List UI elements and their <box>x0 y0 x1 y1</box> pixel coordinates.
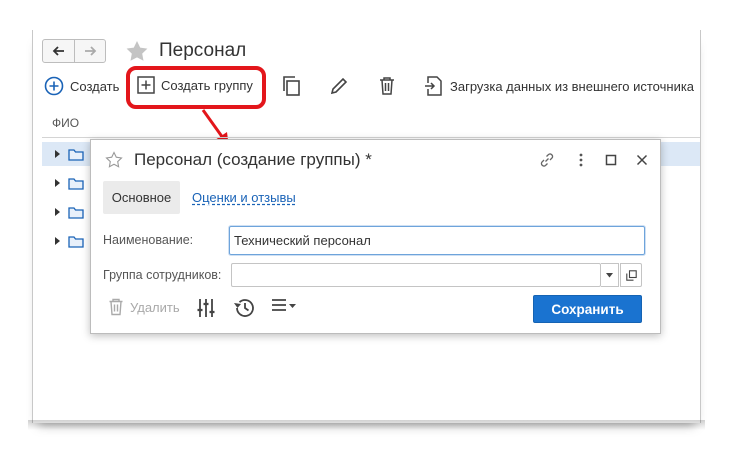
back-button[interactable] <box>43 40 74 62</box>
trash-icon <box>109 298 123 316</box>
save-button[interactable]: Сохранить <box>533 295 642 323</box>
close-button[interactable] <box>632 150 652 170</box>
page-title: Персонал <box>159 40 247 61</box>
group-input[interactable] <box>231 263 601 287</box>
navigation-buttons <box>42 39 106 63</box>
import-button[interactable]: Загрузка данных из внешнего источника <box>424 75 694 97</box>
delete-button[interactable] <box>375 74 399 98</box>
folder-icon <box>68 206 84 219</box>
delete-group-button[interactable]: Удалить <box>108 298 180 316</box>
favorite-star-icon[interactable] <box>125 40 149 62</box>
more-menu-button[interactable] <box>271 298 297 312</box>
group-field-label: Группа сотрудников: <box>103 268 222 282</box>
window-shadow <box>28 420 705 430</box>
plus-circle-icon <box>44 76 64 96</box>
expand-arrow-icon[interactable] <box>54 149 62 159</box>
copy-button[interactable] <box>279 74 303 98</box>
expand-arrow-icon[interactable] <box>54 178 62 188</box>
tab-main[interactable]: Основное <box>103 181 180 214</box>
sliders-icon <box>197 299 215 317</box>
trash-icon <box>380 77 394 95</box>
column-header-fio[interactable]: ФИО <box>52 116 79 130</box>
name-input[interactable]: Технический персонал <box>229 226 645 255</box>
create-button-label: Создать <box>70 78 120 94</box>
link-button[interactable] <box>537 150 557 170</box>
maximize-button[interactable] <box>601 150 621 170</box>
arrow-right-icon <box>85 46 97 56</box>
pencil-icon <box>330 77 348 95</box>
expand-arrow-icon[interactable] <box>54 207 62 217</box>
close-icon <box>636 154 648 166</box>
edit-button[interactable] <box>327 74 351 98</box>
expand-arrow-icon[interactable] <box>54 236 62 246</box>
link-icon <box>540 153 554 167</box>
group-dropdown-button[interactable] <box>601 263 619 287</box>
copy-icon <box>283 76 300 96</box>
header-divider <box>42 137 700 138</box>
chevron-down-icon <box>606 272 613 277</box>
forward-button[interactable] <box>74 40 105 62</box>
tab-reviews[interactable]: Оценки и отзывы <box>192 181 296 214</box>
arrow-left-icon <box>52 46 64 56</box>
name-field-label: Наименование: <box>103 233 194 247</box>
folder-icon <box>68 235 84 248</box>
import-icon <box>425 76 442 96</box>
delete-label: Удалить <box>130 299 180 315</box>
group-open-button[interactable] <box>620 263 642 287</box>
dialog-title: Персонал (создание группы) * <box>134 150 372 169</box>
history-button[interactable] <box>233 298 255 318</box>
folder-icon <box>68 148 84 161</box>
more-actions-button[interactable] <box>571 150 591 170</box>
list-item-highlight <box>660 142 700 166</box>
folder-icon <box>68 177 84 190</box>
favorite-star-icon[interactable] <box>105 151 123 169</box>
menu-dropdown-icon <box>272 299 296 311</box>
create-group-dialog: Персонал (создание группы) * Основное Оц… <box>90 139 661 334</box>
highlight-frame <box>126 66 266 109</box>
maximize-icon <box>605 154 617 166</box>
create-button[interactable]: Создать <box>44 76 119 96</box>
history-icon <box>234 299 254 317</box>
kebab-menu-icon <box>579 153 583 167</box>
settings-button[interactable] <box>197 298 215 318</box>
open-form-icon <box>625 269 637 281</box>
import-button-label: Загрузка данных из внешнего источника <box>450 78 695 94</box>
